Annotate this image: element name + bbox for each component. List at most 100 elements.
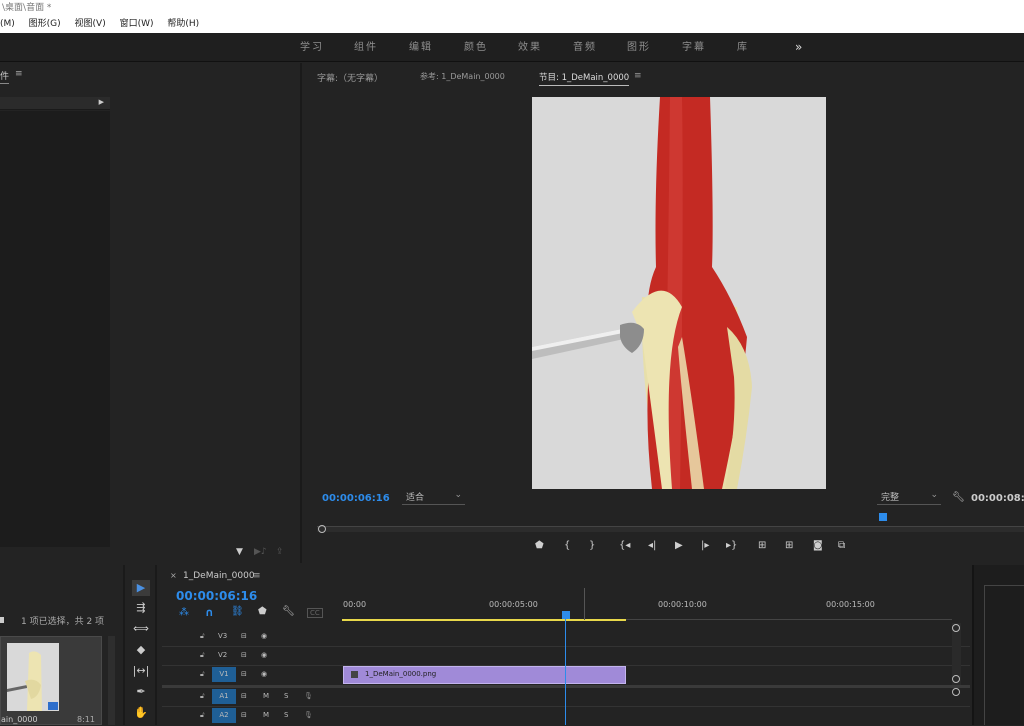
clip-v1[interactable]: 1_DeMain_0000.png (343, 666, 626, 684)
program-menu-icon[interactable]: ≡ (634, 71, 642, 81)
sync-lock-icon[interactable]: ⊟ (241, 670, 247, 678)
pen-tool-icon[interactable]: ✒ (132, 684, 150, 700)
workspace-libraries[interactable]: 库 (737, 33, 749, 62)
workspace-graphics[interactable]: 图形 (627, 33, 651, 62)
menu-item-view[interactable]: 视图(V) (75, 16, 106, 33)
program-timecode[interactable]: 00:00:06:16 (322, 493, 390, 504)
track-label[interactable]: V2 (218, 651, 227, 659)
solo-button[interactable]: S (284, 711, 288, 719)
sync-lock-icon[interactable]: ⊟ (241, 711, 247, 719)
workspace-captions[interactable]: 字幕 (682, 33, 706, 62)
menu-item-graphics[interactable]: 图形(G) (29, 16, 61, 33)
track-select-tool-icon[interactable]: ⇶ (132, 600, 150, 616)
project-item-thumbnail (7, 643, 59, 711)
list-view-icon[interactable] (0, 617, 4, 623)
sync-lock-icon[interactable]: ⊟ (241, 632, 247, 640)
sync-lock-icon[interactable]: ⊟ (241, 651, 247, 659)
filter-icon[interactable]: ▼ (236, 547, 243, 557)
step-forward-icon[interactable]: |▸ (701, 540, 709, 551)
mute-button[interactable]: M (263, 711, 269, 719)
export-audio-icon[interactable]: ▶♪ (254, 547, 267, 557)
track-target-a2[interactable]: A2 (212, 708, 236, 723)
lock-icon[interactable]: 🔓︎ (200, 692, 205, 701)
microphone-icon[interactable]: 🎙︎ (304, 692, 313, 700)
add-marker-icon[interactable]: ⬟ (535, 540, 544, 551)
title-bar: \桌面\音面 * (0, 0, 1024, 16)
workspace-audio[interactable]: 音频 (573, 33, 597, 62)
nest-sequence-icon[interactable]: ⁂ (179, 607, 189, 618)
step-back-icon[interactable]: ◂| (648, 540, 656, 551)
workspace-assembly[interactable]: 组件 (354, 33, 378, 62)
lock-icon[interactable]: 🔓︎ (200, 670, 205, 679)
source-marker-line (584, 588, 585, 620)
play-icon[interactable]: ▶ (675, 540, 683, 551)
add-marker-timeline-icon[interactable]: ⬟ (258, 606, 267, 617)
linked-selection-icon[interactable]: ⛓ (231, 606, 244, 617)
thumbnail-image (7, 651, 42, 711)
go-to-in-icon[interactable]: {◂ (619, 540, 630, 551)
tab-captions[interactable]: 字幕:（无字幕） (317, 71, 383, 84)
hand-tool-icon[interactable]: ✋ (132, 705, 150, 721)
timeline-playhead-handle[interactable] (562, 611, 570, 619)
mute-button[interactable]: M (263, 692, 269, 700)
expand-arrow-icon[interactable]: ▶ (99, 98, 104, 106)
track-target-v1[interactable]: V1 (212, 667, 236, 682)
timeline-timecode[interactable]: 00:00:06:16 (176, 589, 257, 603)
timeline-playhead-line[interactable] (565, 619, 566, 725)
slip-tool-icon[interactable]: |↔| (132, 663, 150, 679)
eye-icon[interactable]: ◉ (261, 670, 267, 678)
track-target-a1[interactable]: A1 (212, 689, 236, 704)
workspace-learning[interactable]: 学习 (300, 33, 324, 62)
timeline-sequence-tab[interactable]: 1_DeMain_0000 (183, 571, 255, 581)
mark-in-icon[interactable]: { (564, 540, 570, 551)
workspace-more-button[interactable]: » (795, 33, 804, 62)
selection-tool-icon[interactable]: ▶ (132, 580, 150, 596)
track-label[interactable]: V3 (218, 632, 227, 640)
lock-icon[interactable]: 🔓︎ (200, 711, 205, 720)
ripple-edit-tool-icon[interactable]: ⟺ (132, 621, 150, 637)
snap-magnet-icon[interactable]: ∩ (205, 606, 214, 619)
razor-tool-icon[interactable]: ◆ (132, 642, 150, 658)
track-header-a2: 🔓︎ A2 ⊟ M S 🎙︎ (163, 706, 341, 726)
go-to-out-icon[interactable]: ▸} (726, 540, 737, 551)
captions-cc-icon[interactable]: CC (307, 608, 323, 618)
project-scrollbar[interactable] (108, 636, 115, 725)
program-zoom-scrollbar[interactable] (317, 527, 1024, 532)
mark-out-icon[interactable]: } (589, 540, 595, 551)
export-icon[interactable]: ⇪ (276, 547, 284, 557)
timeline-menu-icon[interactable]: ≡ (253, 571, 261, 581)
quality-select[interactable]: 完整 (877, 489, 941, 505)
microphone-icon[interactable]: 🎙︎ (304, 711, 313, 719)
project-item-card[interactable]: ain_0000 8:11 (0, 636, 102, 725)
timeline-close-icon[interactable]: × (170, 571, 177, 580)
tab-program[interactable]: 节目: 1_DeMain_0000 (539, 71, 630, 86)
workspace-editing[interactable]: 编辑 (409, 33, 433, 62)
extract-icon[interactable]: ⊞ (785, 540, 793, 551)
eye-icon[interactable]: ◉ (261, 632, 267, 640)
scroll-handle-audio[interactable] (952, 688, 960, 696)
scroll-handle-top[interactable] (952, 624, 960, 632)
left-panel-menu-icon[interactable]: ≡ (15, 69, 23, 79)
lock-icon[interactable]: 🔓︎ (200, 632, 205, 641)
workspace-effects[interactable]: 效果 (518, 33, 542, 62)
export-frame-camera-icon[interactable]: ◙ (813, 540, 823, 551)
settings-wrench-icon[interactable]: 🔧︎ (952, 492, 965, 503)
tab-reference[interactable]: 参考: 1_DeMain_0000 (420, 71, 505, 82)
left-panel-tab[interactable]: 件 (0, 69, 10, 84)
comparison-view-icon[interactable]: ⧉ (838, 540, 845, 551)
lock-icon[interactable]: 🔓︎ (200, 651, 205, 660)
solo-button[interactable]: S (284, 692, 288, 700)
menu-item-window[interactable]: 窗口(W) (120, 16, 154, 33)
menu-item-marker[interactable]: (M) (0, 16, 15, 33)
lift-icon[interactable]: ⊞ (758, 540, 766, 551)
scroll-handle-left[interactable] (318, 525, 326, 533)
zoom-select[interactable]: 适合 (402, 489, 465, 505)
eye-icon[interactable]: ◉ (261, 651, 267, 659)
timeline-settings-wrench-icon[interactable]: 🔧︎ (282, 606, 295, 617)
sync-lock-icon[interactable]: ⊟ (241, 692, 247, 700)
menu-item-help[interactable]: 帮助(H) (167, 16, 199, 33)
workspace-color[interactable]: 颜色 (464, 33, 488, 62)
scroll-handle-bottom[interactable] (952, 675, 960, 683)
program-playhead-marker[interactable] (879, 513, 887, 521)
project-item-name: ain_0000 (1, 715, 38, 724)
